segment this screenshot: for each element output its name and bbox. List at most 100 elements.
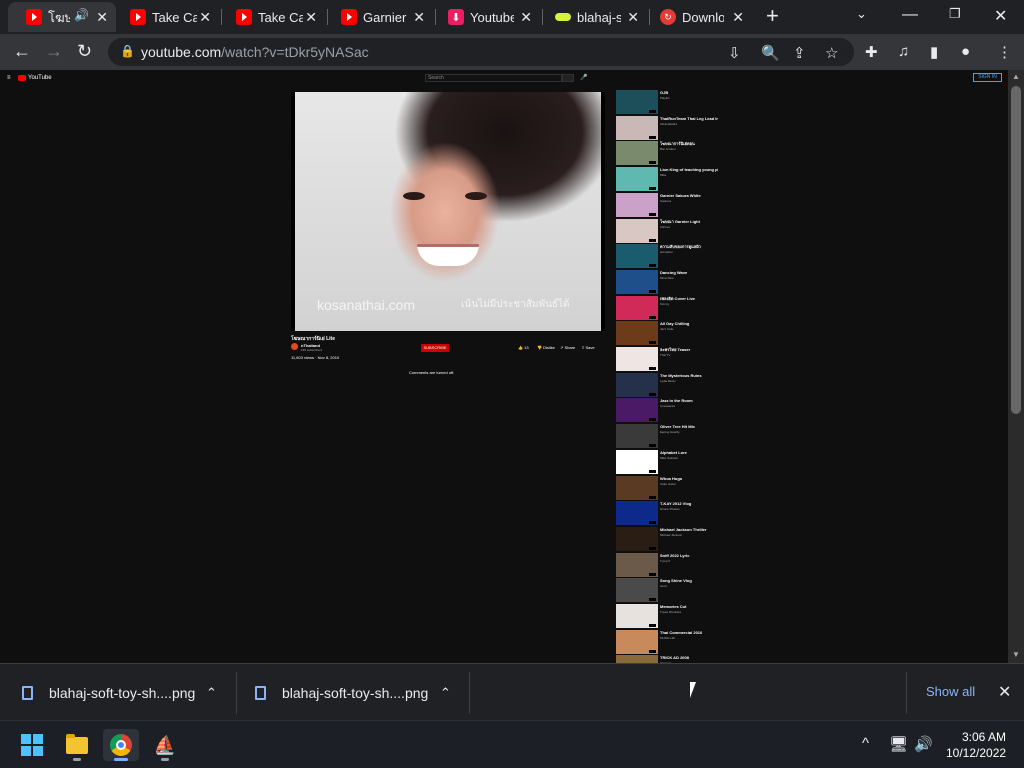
channel-avatar[interactable] — [291, 343, 298, 350]
system-clock[interactable]: 3:06 AM 10/12/2022 — [946, 729, 1006, 761]
download-item[interactable]: blahaj-soft-toy-sh....png — [255, 664, 428, 721]
recommendation-item[interactable]: Jazz in the Room Livespaces — [616, 398, 726, 423]
youtube-search-input[interactable]: Search — [425, 74, 562, 82]
close-window-button[interactable]: ✕ — [994, 6, 1007, 26]
video-thumbnail[interactable] — [616, 424, 658, 449]
recommendation-item[interactable]: Whoa Hugo Cake Jester — [616, 475, 726, 501]
recommendation-title[interactable]: Song Shine Vlog — [660, 578, 718, 583]
video-player[interactable]: kosanathai.com เน้นไม่มีประชาสัมพันธ์ได้ — [291, 92, 605, 331]
recommendation-item[interactable]: Dancing Wave Mina Slice — [616, 269, 726, 295]
recommendation-item[interactable]: ละครไทย Teaser Thai TV — [616, 347, 726, 372]
recommendation-item[interactable]: Oliver Tree Hit Mix Eeping Heartly — [616, 424, 726, 449]
recommendation-title[interactable]: โฆษณาการ์นิเย่ตอน — [660, 141, 718, 146]
recommendation-item[interactable]: T-KAY 2012 Vlog Hirone Phases — [616, 501, 726, 526]
address-bar[interactable]: 🔒 youtube.com/watch?v=tDkr5yNASac ⇩ 🔍 ⇪ … — [108, 38, 854, 66]
recommendation-title[interactable]: TRICK AD 2008 — [660, 655, 718, 660]
recommendation-item[interactable]: Song Shine Vlog Isrod — [616, 578, 726, 603]
video-thumbnail[interactable] — [616, 655, 658, 663]
tab-5[interactable]: blahaj-s ✕ — [537, 2, 647, 32]
video-thumbnail[interactable] — [616, 218, 658, 243]
recommendation-item[interactable]: Thai Commercial 2010 MUSIC HD — [616, 629, 726, 655]
recommendation-title[interactable]: ความลับของการดูแลผิว — [660, 244, 718, 249]
tab-2[interactable]: Take Ca ✕ — [218, 2, 325, 32]
video-thumbnail[interactable] — [616, 526, 658, 551]
recommendation-title[interactable]: Oliver Tree Hit Mix — [660, 424, 718, 429]
video-thumbnail[interactable] — [616, 552, 658, 577]
dislike-button[interactable]: 👎 Dislike — [537, 345, 555, 350]
chevron-up-icon[interactable]: ^ — [862, 735, 869, 752]
share-icon[interactable]: ⇪ — [793, 44, 806, 62]
recommendation-item[interactable]: Sniff 2022 Lyric T-pop ft — [616, 552, 726, 578]
page-scrollbar[interactable]: ▲ ▼ — [1008, 70, 1024, 663]
video-thumbnail[interactable] — [616, 321, 658, 346]
recommendation-title[interactable]: Whoa Hugo — [660, 476, 718, 481]
mic-icon[interactable]: 🎤 — [580, 74, 587, 81]
recommendation-title[interactable]: เพลงฮิต Cover Live — [660, 296, 718, 301]
side-panel-icon[interactable]: ▮ — [930, 43, 938, 61]
sign-in-button[interactable]: SIGN IN — [973, 73, 1002, 82]
recommendation-title[interactable]: Thai Commercial 2010 — [660, 630, 718, 635]
recommendation-item[interactable]: The Mysterious Ruins Lydia Music — [616, 372, 726, 398]
download-item[interactable]: blahaj-soft-toy-sh....png — [22, 664, 195, 721]
share-button[interactable]: ↗ Share — [560, 345, 575, 350]
recommendation-item[interactable]: TRICK AD 2008Channel — [616, 655, 726, 663]
recommendation-item[interactable]: Alphabet Lore Mike Salcedo — [616, 449, 726, 475]
profile-avatar-icon[interactable]: ● — [961, 43, 970, 60]
save-button[interactable]: ≡ Save — [582, 345, 595, 350]
recommendation-item[interactable]: Memories Cut Tuyee Rhoades — [616, 604, 726, 629]
recommendation-title[interactable]: โฆษณา Garnier Light — [660, 219, 718, 224]
recommendation-item[interactable]: Lion King of teaching young plantsMike — [616, 167, 726, 192]
recommendation-item[interactable]: All Day Chilling Jazz Cafe — [616, 321, 726, 346]
bookmark-star-icon[interactable]: ☆ — [825, 44, 838, 62]
url-text[interactable]: youtube.com/watch?v=tDkr5yNASac — [141, 44, 369, 60]
video-thumbnail[interactable] — [616, 578, 658, 603]
subscribe-button[interactable]: SUBSCRIBE — [421, 344, 449, 352]
video-thumbnail[interactable] — [616, 192, 658, 217]
search-button[interactable] — [562, 74, 574, 82]
back-button[interactable]: ← — [13, 41, 31, 62]
minimize-button[interactable]: — — [902, 6, 918, 24]
recommendation-item[interactable]: เพลงฮิต Cover Live Kimmy — [616, 295, 726, 321]
speaker-icon[interactable]: 🔊 — [74, 8, 89, 22]
tab-0[interactable]: โฆษ 🔊 ✕ — [8, 2, 116, 32]
video-thumbnail[interactable] — [616, 115, 658, 140]
recommendation-title[interactable]: Sniff 2022 Lyric — [660, 553, 718, 558]
reload-button[interactable]: ↻ — [77, 41, 92, 62]
video-thumbnail[interactable] — [616, 604, 658, 628]
recommendation-title[interactable]: Dancing Wave — [660, 270, 718, 275]
close-icon[interactable]: ✕ — [520, 9, 532, 26]
recommendation-item[interactable]: Michael Jackson Thriller Michael Jackson — [616, 526, 726, 552]
recommendation-title[interactable]: Alphabet Lore — [660, 450, 718, 455]
extensions-icon[interactable]: ✚ — [865, 43, 878, 61]
close-icon[interactable]: ✕ — [305, 9, 317, 26]
tab-1[interactable]: Take Ca ✕ — [112, 2, 219, 32]
media-control-icon[interactable]: ♫ — [898, 43, 909, 60]
forward-button[interactable]: → — [45, 41, 63, 62]
scrollbar-thumb[interactable] — [1011, 86, 1021, 414]
chrome-taskbar-button[interactable] — [103, 729, 139, 761]
recommendation-item[interactable]: Garnier Sakura White Gasteus — [616, 192, 726, 218]
tab-4[interactable]: ⬇ Youtube ✕ — [430, 2, 540, 32]
app-taskbar-button[interactable]: ⛵ — [147, 729, 183, 761]
tab-3[interactable]: Garnier ✕ — [323, 2, 433, 32]
zoom-icon[interactable]: 🔍 — [761, 44, 780, 62]
video-thumbnail[interactable] — [616, 475, 658, 500]
close-icon[interactable]: ✕ — [199, 9, 211, 26]
lock-icon[interactable]: 🔒 — [120, 44, 135, 58]
video-thumbnail[interactable] — [616, 629, 658, 654]
recommendation-title[interactable]: Memories Cut — [660, 604, 718, 609]
recommendation-item[interactable]: ThaiRunTeam Thai Leg Lead In Thailand Bi… — [616, 115, 726, 141]
close-icon[interactable]: ✕ — [627, 9, 639, 26]
like-button[interactable]: 👍 13 — [518, 345, 529, 350]
video-thumbnail[interactable] — [616, 295, 658, 320]
restore-button[interactable]: ❐ — [949, 6, 961, 22]
video-thumbnail[interactable] — [616, 398, 658, 423]
video-frame[interactable]: kosanathai.com เน้นไม่มีประชาสัมพันธ์ได้ — [295, 92, 601, 331]
new-tab-button[interactable]: + — [766, 5, 779, 27]
video-thumbnail[interactable] — [616, 269, 658, 294]
scroll-up-arrow[interactable]: ▲ — [1012, 72, 1020, 81]
close-icon[interactable]: ✕ — [96, 9, 108, 26]
video-thumbnail[interactable] — [616, 167, 658, 192]
start-button[interactable] — [14, 729, 50, 761]
menu-icon[interactable]: ⋮ — [997, 43, 1012, 61]
